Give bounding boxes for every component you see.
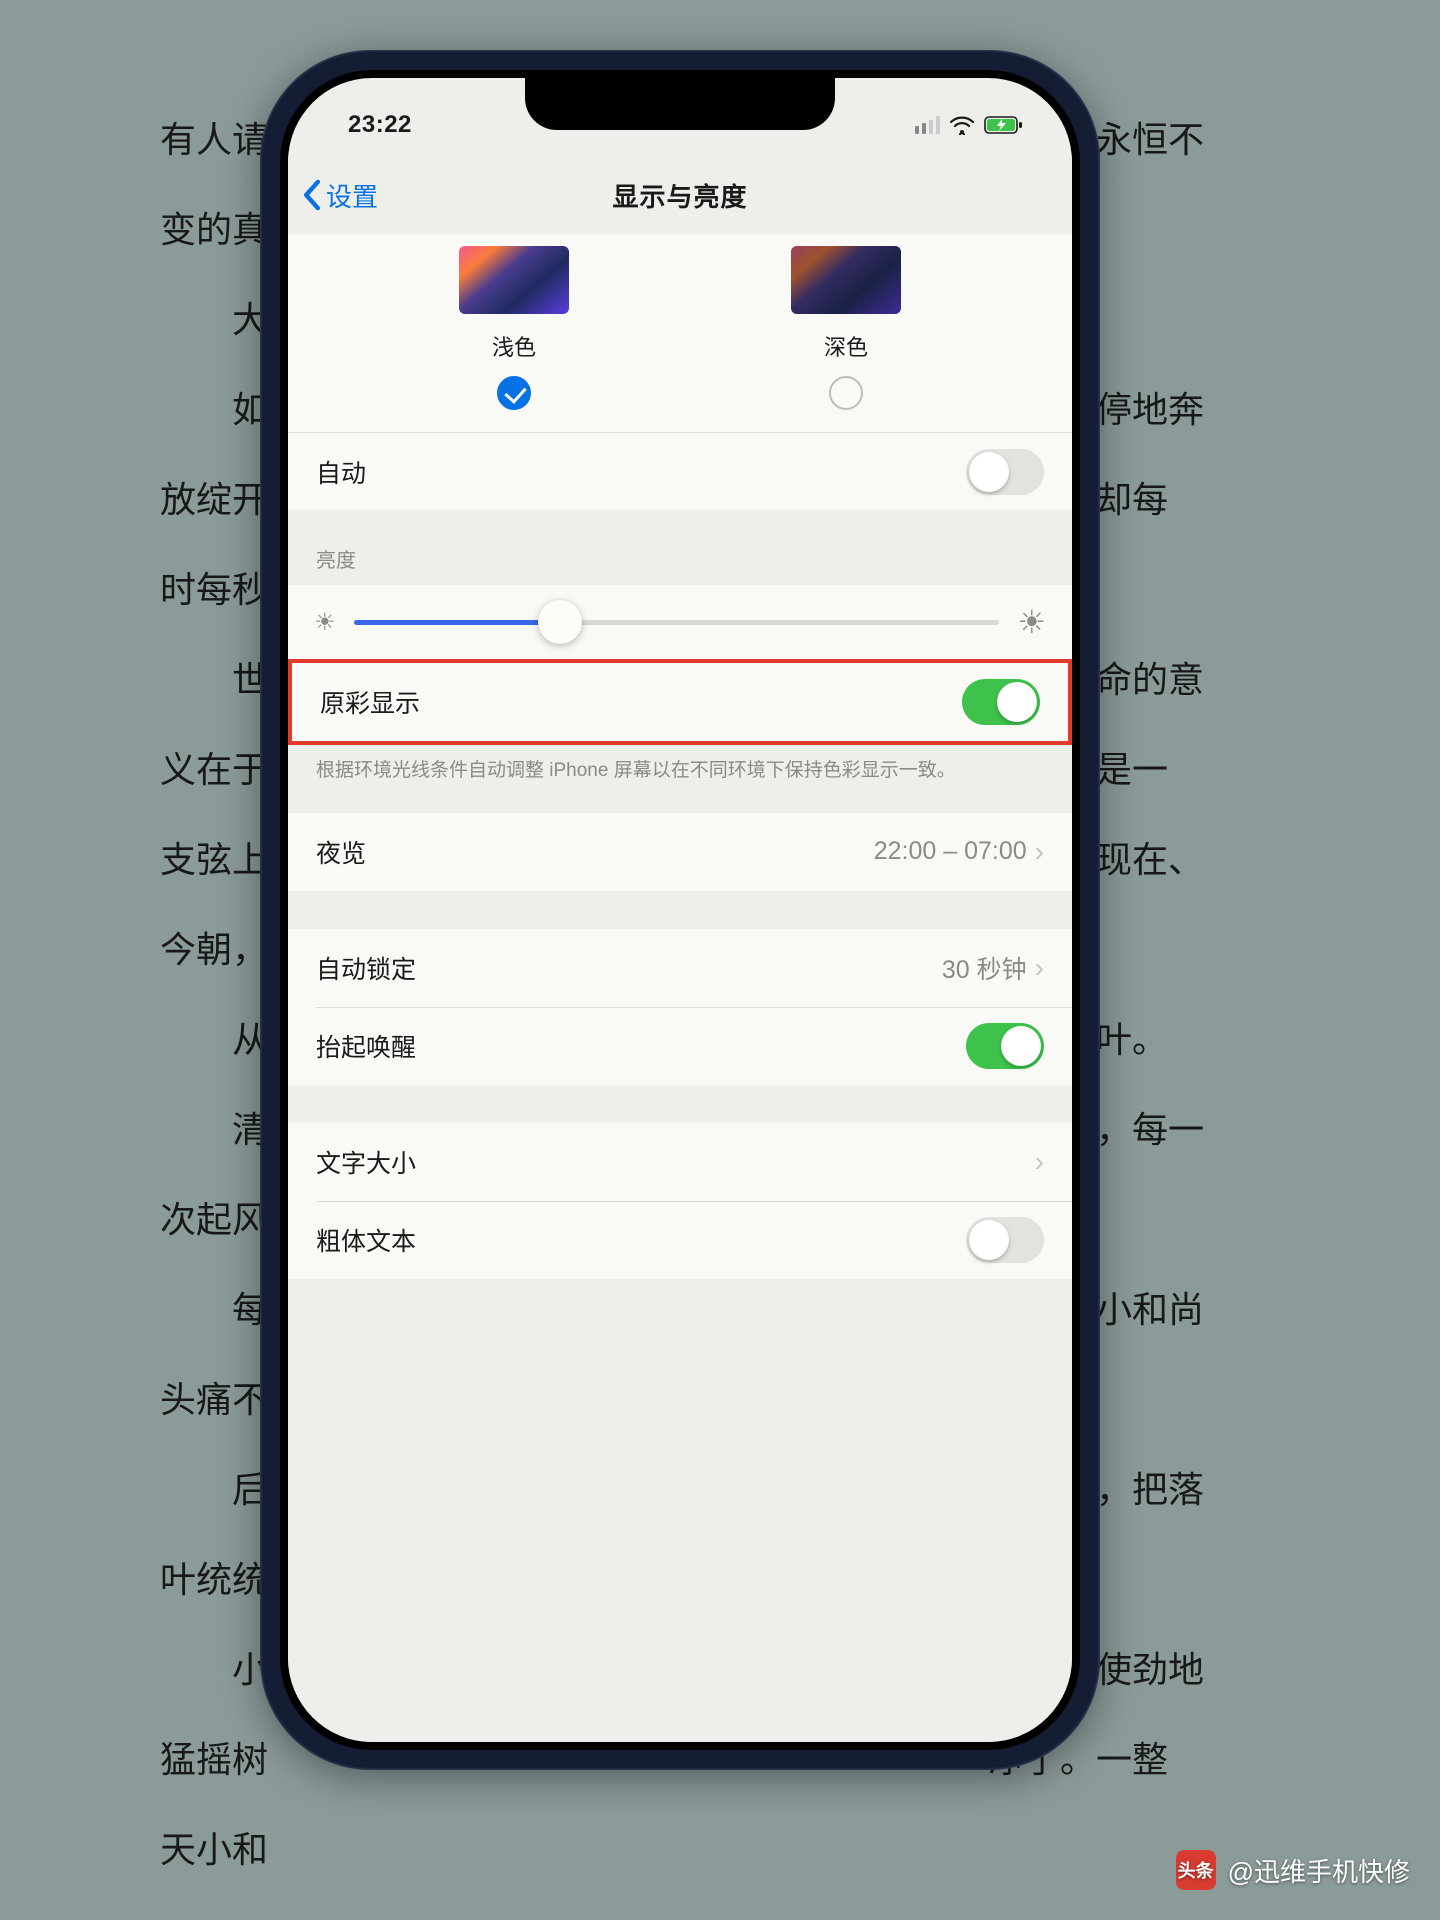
phone-frame: 23:22: [260, 50, 1100, 1770]
chevron-right-icon: ›: [1035, 1146, 1044, 1178]
status-time: 23:22: [348, 111, 412, 139]
raise-to-wake-label: 抬起唤醒: [316, 1028, 416, 1064]
bold-text-label: 粗体文本: [316, 1222, 416, 1258]
appearance-dark-radio[interactable]: [829, 376, 863, 410]
appearance-light-label: 浅色: [459, 330, 569, 362]
text-size-label: 文字大小: [316, 1144, 416, 1180]
appearance-light-radio[interactable]: [497, 376, 531, 410]
appearance-light-option[interactable]: 浅色: [459, 246, 569, 410]
page-title: 显示与亮度: [612, 177, 747, 214]
true-tone-highlight: 原彩显示: [288, 659, 1072, 745]
appearance-dark-thumbnail: [791, 246, 901, 314]
back-button[interactable]: 设置: [302, 156, 378, 234]
phone-screen: 23:22: [288, 78, 1072, 1742]
appearance-section: 浅色 深色: [288, 234, 1072, 432]
true-tone-row: 原彩显示: [292, 663, 1068, 741]
auto-appearance-toggle[interactable]: [966, 449, 1044, 495]
notch: [525, 78, 835, 130]
auto-lock-value: 30 秒钟: [942, 950, 1027, 986]
auto-lock-label: 自动锁定: [316, 950, 416, 986]
cellular-icon: [915, 116, 941, 134]
night-shift-row[interactable]: 夜览 22:00 – 07:00 ›: [288, 813, 1072, 891]
raise-to-wake-row: 抬起唤醒: [288, 1007, 1072, 1085]
chevron-right-icon: ›: [1035, 952, 1044, 984]
true-tone-description: 根据环境光线条件自动调整 iPhone 屏幕以在不同环境下保持色彩显示一致。: [288, 745, 1072, 813]
sun-small-icon: ☀︎: [314, 608, 336, 637]
auto-lock-row[interactable]: 自动锁定 30 秒钟 ›: [288, 929, 1072, 1007]
chevron-left-icon: [302, 179, 322, 211]
wifi-icon: [950, 115, 974, 135]
true-tone-label: 原彩显示: [320, 684, 420, 720]
bold-text-toggle[interactable]: [966, 1217, 1044, 1263]
appearance-dark-label: 深色: [791, 330, 901, 362]
raise-to-wake-toggle[interactable]: [966, 1023, 1044, 1069]
bold-text-row: 粗体文本: [288, 1201, 1072, 1279]
battery-charging-icon: [984, 115, 1024, 135]
chevron-right-icon: ›: [1035, 836, 1044, 868]
text-size-row[interactable]: 文字大小 ›: [288, 1123, 1072, 1201]
auto-appearance-row: 自动: [288, 432, 1072, 510]
watermark-badge: 头条: [1176, 1850, 1216, 1890]
brightness-slider-row: ☀︎ ☀︎: [288, 585, 1072, 659]
night-shift-value: 22:00 – 07:00: [874, 837, 1027, 866]
nav-bar: 设置 显示与亮度: [288, 156, 1072, 234]
appearance-light-thumbnail: [459, 246, 569, 314]
auto-appearance-label: 自动: [316, 454, 366, 490]
sun-large-icon: ☀︎: [1017, 603, 1046, 641]
back-label: 设置: [326, 177, 378, 214]
brightness-header: 亮度: [288, 510, 1072, 585]
brightness-slider[interactable]: [354, 620, 1000, 625]
appearance-dark-option[interactable]: 深色: [791, 246, 901, 410]
watermark-text: @迅维手机快修: [1228, 1852, 1410, 1889]
watermark: 头条 @迅维手机快修: [1176, 1850, 1410, 1890]
brightness-slider-knob[interactable]: [538, 600, 582, 644]
true-tone-toggle[interactable]: [962, 679, 1040, 725]
night-shift-label: 夜览: [316, 834, 366, 870]
content-scroll[interactable]: 浅色 深色 自动 亮度: [288, 234, 1072, 1742]
